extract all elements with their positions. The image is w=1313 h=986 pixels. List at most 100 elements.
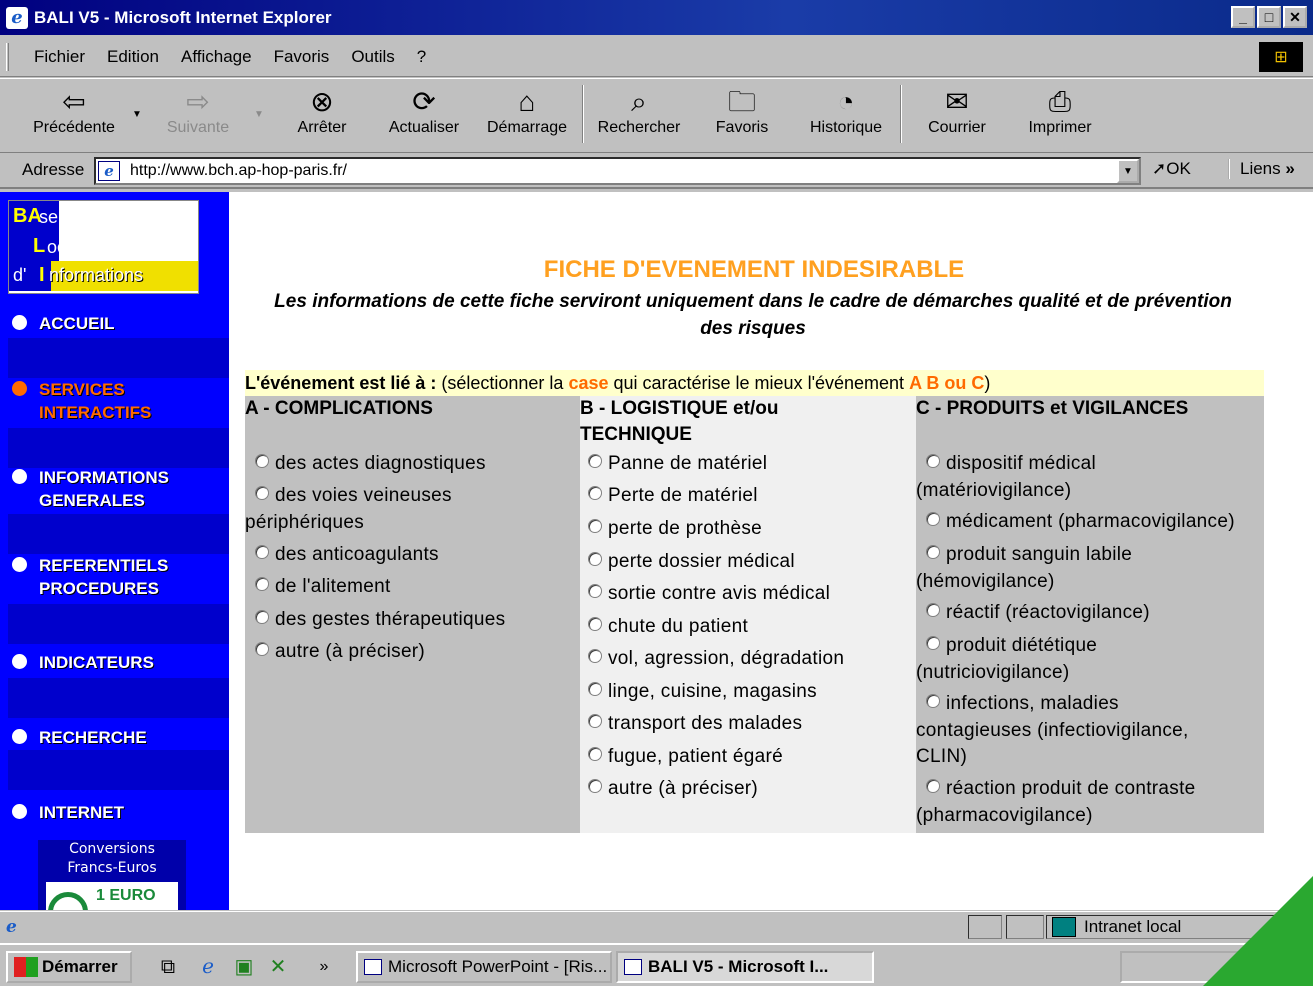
toolbar-grip[interactable] xyxy=(6,43,9,71)
back-dropdown-icon[interactable]: ▼ xyxy=(132,109,142,120)
sidebar-item-informations-generales[interactable]: INFORMATIONS GENERALES xyxy=(12,466,169,512)
sidebar-item-services-interactifs[interactable]: SERVICES INTERACTIFS xyxy=(12,378,151,424)
minimize-button[interactable]: _ xyxy=(1231,6,1255,28)
desktop-icon[interactable]: ⧉ xyxy=(156,955,180,979)
logo-text: ocale xyxy=(47,237,91,257)
search-button[interactable]: ⌕ Rechercher xyxy=(591,85,687,145)
radio-button[interactable] xyxy=(588,682,602,696)
history-label: Historique xyxy=(809,119,883,136)
radio-option[interactable]: perte dossier médical xyxy=(580,548,795,575)
back-button[interactable]: ⇦ Précédente xyxy=(26,85,122,145)
ie-quicklaunch-icon[interactable]: ℯ xyxy=(196,955,220,979)
forward-dropdown-icon[interactable]: ▼ xyxy=(254,109,264,120)
radio-option[interactable]: des anticoagulants xyxy=(245,541,439,568)
menu-favoris[interactable]: Favoris xyxy=(274,47,330,67)
task-powerpoint[interactable]: Microsoft PowerPoint - [Ris... xyxy=(356,951,612,983)
radio-button[interactable] xyxy=(255,577,269,591)
links-button[interactable]: Liens » xyxy=(1228,159,1295,179)
stop-button[interactable]: ⊗ Arrêter xyxy=(274,85,370,145)
radio-option[interactable]: produit sanguin labile xyxy=(916,541,1132,568)
radio-button[interactable] xyxy=(255,642,269,656)
option-label: autre (à préciser) xyxy=(608,778,759,799)
status-pane xyxy=(1006,915,1044,939)
radio-option[interactable]: produit diététique xyxy=(916,632,1097,659)
radio-option[interactable]: linge, cuisine, magasins xyxy=(580,678,817,705)
radio-option[interactable]: des actes diagnostiques xyxy=(245,450,486,477)
radio-button[interactable] xyxy=(588,747,602,761)
radio-option[interactable]: médicament (pharmacovigilance) xyxy=(916,508,1235,535)
radio-button[interactable] xyxy=(926,512,940,526)
sidebar-item-internet[interactable]: INTERNET xyxy=(12,801,124,824)
mail-button[interactable]: ✉ Courrier xyxy=(909,85,1005,145)
radio-option[interactable]: autre (à préciser) xyxy=(580,775,758,802)
address-dropdown-icon[interactable]: ▼ xyxy=(1117,159,1139,183)
radio-button[interactable] xyxy=(588,454,602,468)
radio-button[interactable] xyxy=(926,779,940,793)
maximize-button[interactable]: □ xyxy=(1257,6,1281,28)
task-internet-explorer[interactable]: BALI V5 - Microsoft I... xyxy=(616,951,874,983)
close-button[interactable]: ✕ xyxy=(1283,6,1307,28)
radio-button[interactable] xyxy=(926,694,940,708)
radio-button[interactable] xyxy=(588,486,602,500)
menu-help[interactable]: ? xyxy=(417,47,426,67)
menu-fichier[interactable]: Fichier xyxy=(34,47,85,67)
radio-button[interactable] xyxy=(588,519,602,533)
radio-button[interactable] xyxy=(255,486,269,500)
excel-quicklaunch-icon[interactable]: ✕ xyxy=(266,955,290,979)
radio-button[interactable] xyxy=(588,779,602,793)
print-button[interactable]: ⎙ Imprimer xyxy=(1012,85,1108,145)
address-input[interactable]: e http://www.bch.ap-hop-paris.fr/ ▼ xyxy=(94,157,1141,185)
conversions-link[interactable]: Conversions Francs-Euros 1 EURO xyxy=(38,840,186,910)
radio-button[interactable] xyxy=(255,610,269,624)
radio-option[interactable]: vol, agression, dégradation xyxy=(580,645,844,672)
radio-option[interactable]: Perte de matériel xyxy=(580,482,758,509)
radio-option[interactable]: réactif (réactovigilance) xyxy=(916,599,1150,626)
radio-option[interactable]: Panne de matériel xyxy=(580,450,767,477)
radio-option[interactable]: perte de prothèse xyxy=(580,515,762,542)
option-label: (matériovigilance) xyxy=(916,480,1072,501)
menu-outils[interactable]: Outils xyxy=(351,47,394,67)
radio-button[interactable] xyxy=(926,636,940,650)
option-label: des voies veineuses xyxy=(275,485,452,506)
go-button[interactable]: ➚OK xyxy=(1152,159,1191,179)
home-button[interactable]: ⌂ Démarrage xyxy=(479,85,575,145)
sidebar-item-referentiels-procedures[interactable]: REFERENTIELS PROCEDURES xyxy=(12,554,168,600)
radio-option[interactable]: dispositif médical xyxy=(916,450,1096,477)
radio-button[interactable] xyxy=(588,714,602,728)
refresh-button[interactable]: ⟳ Actualiser xyxy=(376,85,472,145)
sidebar-item-accueil[interactable]: ACCUEIL xyxy=(12,312,115,335)
menu-affichage[interactable]: Affichage xyxy=(181,47,252,67)
logo-text: se xyxy=(39,207,59,227)
radio-option[interactable]: transport des malades xyxy=(580,710,802,737)
radio-button[interactable] xyxy=(926,454,940,468)
radio-option[interactable]: sortie contre avis médical xyxy=(580,580,830,607)
radio-option[interactable]: des voies veineuses xyxy=(245,482,452,509)
radio-option[interactable]: fugue, patient égaré xyxy=(580,743,783,770)
history-button[interactable]: ◔ Historique xyxy=(798,85,894,145)
bullet-icon xyxy=(12,804,27,819)
address-url[interactable]: http://www.bch.ap-hop-paris.fr/ xyxy=(130,162,347,180)
radio-option[interactable]: chute du patient xyxy=(580,613,748,640)
radio-option[interactable]: de l'alitement xyxy=(245,573,391,600)
radio-option[interactable]: réaction produit de contraste xyxy=(916,775,1196,802)
radio-button[interactable] xyxy=(588,552,602,566)
sidebar-item-recherche[interactable]: RECHERCHE xyxy=(12,726,147,749)
radio-button[interactable] xyxy=(926,603,940,617)
radio-button[interactable] xyxy=(255,545,269,559)
radio-button[interactable] xyxy=(588,649,602,663)
option-label-continued: périphériques xyxy=(245,509,364,536)
radio-button[interactable] xyxy=(588,617,602,631)
favorites-button[interactable]: 🗀 Favoris xyxy=(694,85,790,145)
app-quicklaunch-icon[interactable]: ▣ xyxy=(232,955,256,979)
forward-button[interactable]: ⇨ Suivante xyxy=(150,85,246,145)
sidebar-item-indicateurs[interactable]: INDICATEURS xyxy=(12,651,154,674)
start-button[interactable]: Démarrer xyxy=(6,951,132,983)
radio-option[interactable]: infections, maladies xyxy=(916,690,1119,717)
radio-button[interactable] xyxy=(926,545,940,559)
radio-button[interactable] xyxy=(255,454,269,468)
quicklaunch-more-icon[interactable]: » xyxy=(312,955,336,979)
radio-button[interactable] xyxy=(588,584,602,598)
radio-option[interactable]: des gestes thérapeutiques xyxy=(245,606,505,633)
radio-option[interactable]: autre (à préciser) xyxy=(245,638,425,665)
menu-edition[interactable]: Edition xyxy=(107,47,159,67)
